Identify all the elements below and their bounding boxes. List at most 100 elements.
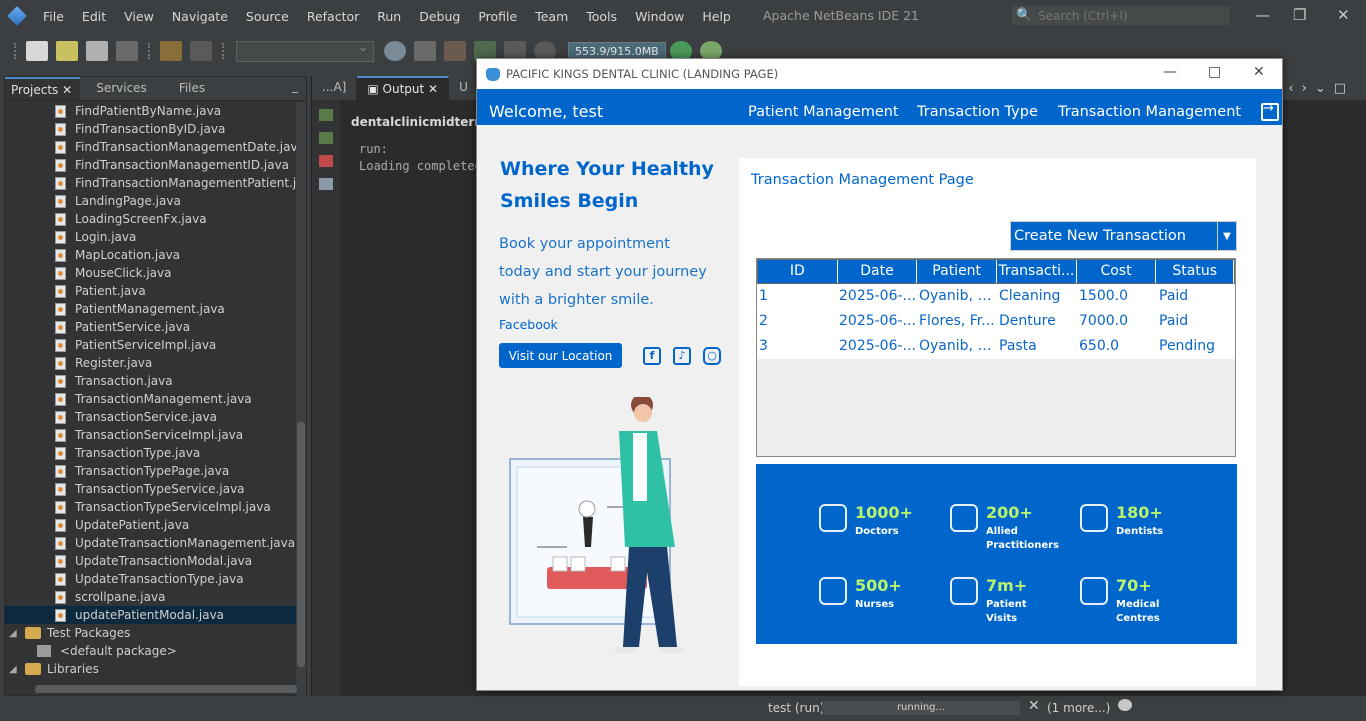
tree-file-item[interactable]: Register.java [5,354,297,372]
close-icon[interactable]: ✕ [1253,64,1265,80]
new-file-icon[interactable] [26,41,48,61]
scrollbar-thumb[interactable] [297,422,305,667]
project-tree[interactable]: FindPatientByName.java FindTransactionByI… [5,102,297,696]
status-more-link[interactable]: (1 more...) [1047,701,1110,715]
menu-profile[interactable]: Profile [469,9,526,24]
menu-refactor[interactable]: Refactor [298,9,368,24]
visit-location-button[interactable]: Visit our Location [499,343,622,368]
tree-file-item[interactable]: MouseClick.java [5,264,297,282]
tree-file-item[interactable]: scrollpane.java [5,588,297,606]
tree-file-item[interactable]: UpdateTransactionModal.java [5,552,297,570]
ide-search[interactable]: 🔍 [1012,6,1230,25]
menu-file[interactable]: File [34,9,73,24]
logout-icon[interactable] [1261,101,1279,121]
tree-file-item[interactable]: updatePatientModal.java [5,606,297,624]
tab-other[interactable]: U [449,76,479,100]
tree-file-item[interactable]: FindTransactionByID.java [5,120,297,138]
tree-file-item[interactable]: TransactionManagement.java [5,390,297,408]
tree-test-packages[interactable]: ◢ Test Packages [5,624,297,642]
close-icon[interactable]: ✕ [428,82,438,96]
menu-window[interactable]: Window [626,9,693,24]
cancel-task-icon[interactable]: ✕ [1028,698,1040,714]
status-progress[interactable]: running... [822,701,1020,715]
tree-file-item[interactable]: TransactionServiceImpl.java [5,426,297,444]
tree-file-item[interactable]: LoadingScreenFx.java [5,210,297,228]
transactions-table[interactable]: ID Date Patient Transacti... Cost Status… [756,258,1236,457]
tree-file-item[interactable]: FindTransactionManagementDate.java [5,138,297,156]
tree-horizontal-scrollbar[interactable] [35,685,297,693]
open-project-icon[interactable] [86,41,108,61]
facebook-icon[interactable]: f [643,347,661,365]
clean-build-icon[interactable] [444,41,466,61]
nav-transaction-type[interactable]: Transaction Type [917,104,1038,120]
tree-vertical-scrollbar[interactable] [296,102,306,696]
menu-source[interactable]: Source [237,9,298,24]
tree-libraries[interactable]: ◢ Libraries [5,660,297,678]
column-header-transaction[interactable]: Transacti... [997,260,1077,283]
collapse-icon[interactable]: ◢ [9,664,19,675]
globe-icon[interactable] [384,41,406,61]
tree-file-item[interactable]: TransactionService.java [5,408,297,426]
menu-navigate[interactable]: Navigate [163,9,237,24]
menu-team[interactable]: Team [526,9,577,24]
search-input[interactable] [1038,8,1219,23]
maximize-icon[interactable]: □ [1208,64,1221,80]
tree-file-item[interactable]: UpdateTransactionType.java [5,570,297,588]
minimize-panel-icon[interactable]: _ [284,77,306,100]
tree-file-item[interactable]: FindTransactionManagementID.java [5,156,297,174]
tree-file-item[interactable]: UpdatePatient.java [5,516,297,534]
nav-patient-management[interactable]: Patient Management [748,104,899,120]
tree-file-item[interactable]: Login.java [5,228,297,246]
instagram-icon[interactable]: ○ [703,347,721,365]
create-transaction-dropdown[interactable]: Create New Transaction ▼ [1010,221,1237,251]
menu-tools[interactable]: Tools [577,9,626,24]
column-header-date[interactable]: Date [838,260,918,283]
tab-services[interactable]: Services [80,77,163,100]
dropdown-arrow-icon[interactable]: ▼ [1217,222,1236,250]
tab-truncated[interactable]: ...A] [312,76,358,100]
close-icon[interactable]: ✕ [1337,6,1350,24]
menu-help[interactable]: Help [693,9,740,24]
configuration-select[interactable] [236,40,374,62]
tree-file-item[interactable]: Transaction.java [5,372,297,390]
tree-file-item[interactable]: UpdateTransactionManagement.java [5,534,297,552]
build-hammer-icon[interactable] [414,41,436,61]
tree-file-item[interactable]: PatientServiceImpl.java [5,336,297,354]
tab-files[interactable]: Files [163,77,213,100]
facebook-link[interactable]: Facebook [499,317,558,332]
column-header-status[interactable]: Status [1156,260,1235,283]
tree-default-package[interactable]: <default package> [5,642,297,660]
column-header-id[interactable]: ID [758,260,838,283]
tree-file-item[interactable]: PatientManagement.java [5,300,297,318]
menu-view[interactable]: View [115,9,163,24]
tree-file-item[interactable]: TransactionTypeService.java [5,480,297,498]
rerun-icon[interactable] [319,109,333,121]
column-header-patient[interactable]: Patient [917,260,998,283]
table-row[interactable]: 2 2025-06-... Flores, Fr... Denture 7000… [757,309,1235,334]
tree-file-item[interactable]: MapLocation.java [5,246,297,264]
save-all-icon[interactable] [116,41,138,61]
redo-icon[interactable] [190,41,212,61]
minimize-icon[interactable]: — [1163,64,1177,80]
tab-navigation-icons[interactable]: ‹›⌄□ [1288,81,1354,96]
undo-icon[interactable] [160,41,182,61]
notifications-icon[interactable] [1118,699,1132,711]
rerun-with-options-icon[interactable] [319,132,333,144]
table-row[interactable]: 1 2025-06-... Oyanib, P... Cleaning 1500… [757,284,1235,309]
restore-icon[interactable]: ❐ [1293,6,1306,24]
tree-file-item[interactable]: Patient.java [5,282,297,300]
tree-file-item[interactable]: FindTransactionManagementPatient.java [5,174,297,192]
tree-file-item[interactable]: PatientService.java [5,318,297,336]
tree-file-item[interactable]: TransactionTypeServiceImpl.java [5,498,297,516]
tiktok-icon[interactable]: ♪ [673,347,691,365]
menu-run[interactable]: Run [368,9,410,24]
column-header-cost[interactable]: Cost [1077,260,1157,283]
collapse-icon[interactable]: ◢ [9,628,19,639]
close-icon[interactable]: ✕ [62,83,72,97]
tree-file-item[interactable]: TransactionType.java [5,444,297,462]
nav-transaction-management[interactable]: Transaction Management [1058,104,1241,120]
tab-output[interactable]: ▣ Output ✕ [357,76,450,100]
table-row[interactable]: 3 2025-06-... Oyanib, P... Pasta 650.0 P… [757,334,1235,359]
new-project-icon[interactable] [56,41,78,61]
tree-file-item[interactable]: LandingPage.java [5,192,297,210]
